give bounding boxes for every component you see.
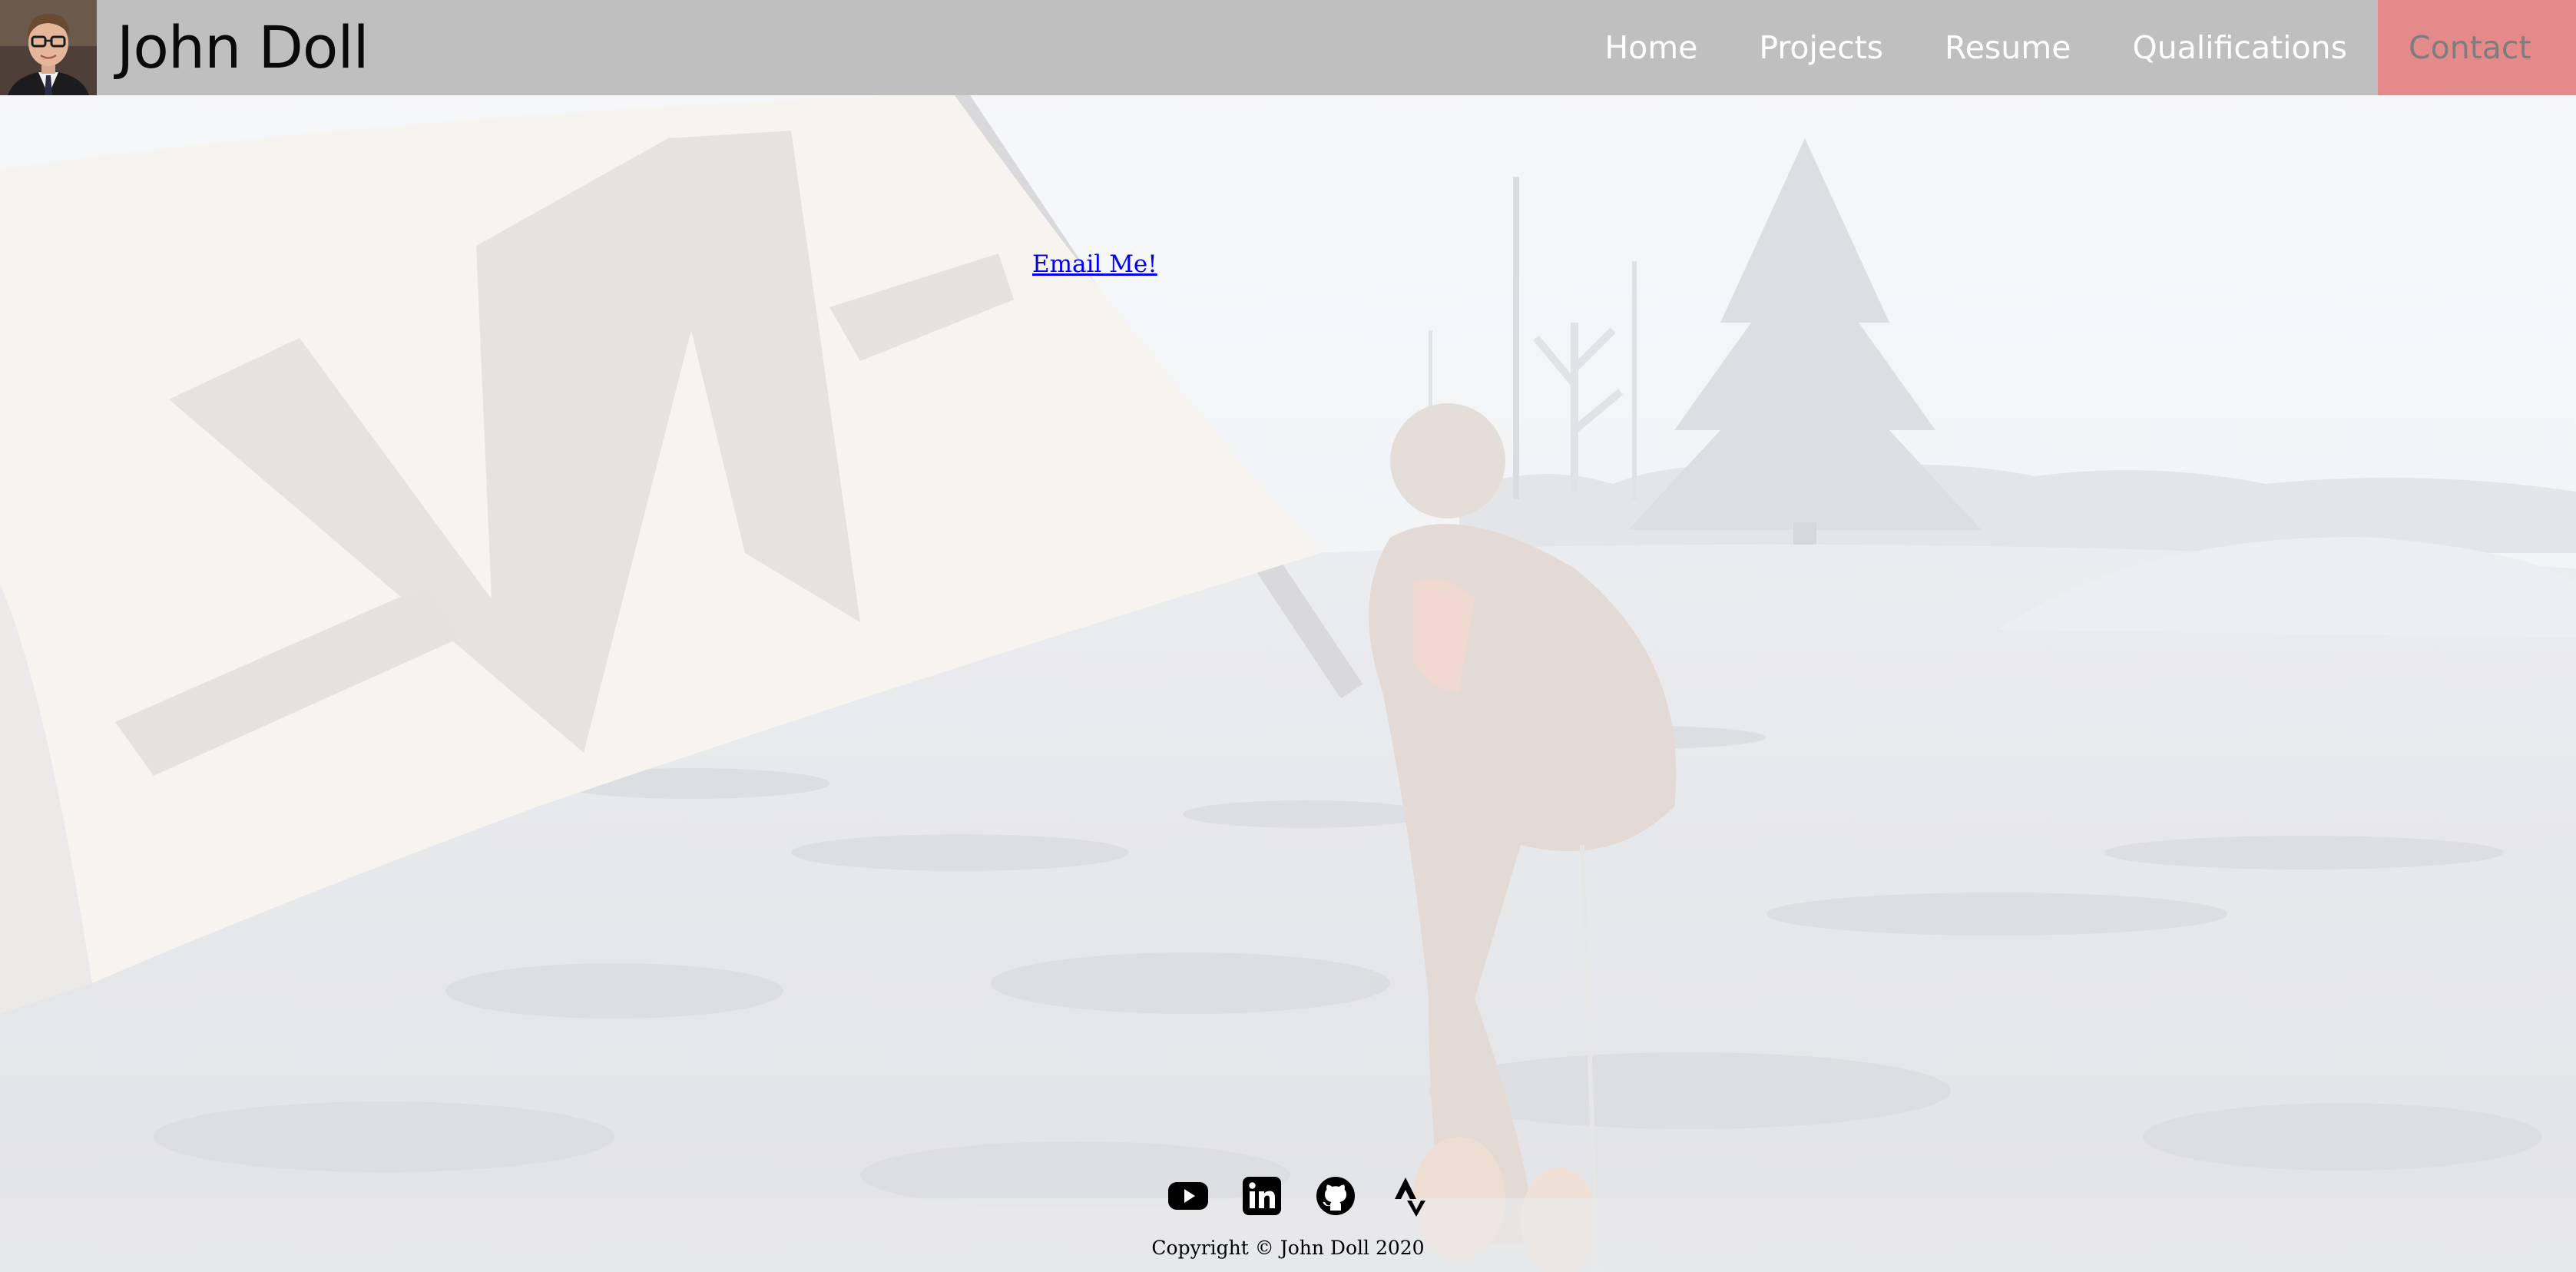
youtube-icon[interactable]: [1167, 1175, 1209, 1217]
nav-resume-link[interactable]: Resume: [1914, 0, 2101, 95]
strava-icon[interactable]: [1389, 1175, 1430, 1217]
nav-qualifications-link[interactable]: Qualifications: [2101, 0, 2378, 95]
nav-projects-link[interactable]: Projects: [1728, 0, 1914, 95]
background-photo: [0, 0, 2576, 1272]
main-nav: Home Projects Resume Qualifications Cont…: [1574, 0, 2576, 95]
copyright-text: Copyright © John Doll 2020: [1151, 1237, 1425, 1259]
email-me-link[interactable]: Email Me!: [1032, 250, 1157, 278]
linkedin-icon[interactable]: [1241, 1175, 1283, 1217]
avatar[interactable]: [0, 0, 97, 95]
nav-contact-link[interactable]: Contact: [2378, 0, 2576, 95]
social-links: [1167, 1175, 1430, 1217]
top-navbar: John Doll Home Projects Resume Qualifica…: [0, 0, 2576, 95]
site-title[interactable]: John Doll: [117, 6, 369, 89]
nav-home-link[interactable]: Home: [1574, 0, 1728, 95]
avatar-photo: [0, 0, 97, 95]
github-icon[interactable]: [1315, 1175, 1356, 1217]
